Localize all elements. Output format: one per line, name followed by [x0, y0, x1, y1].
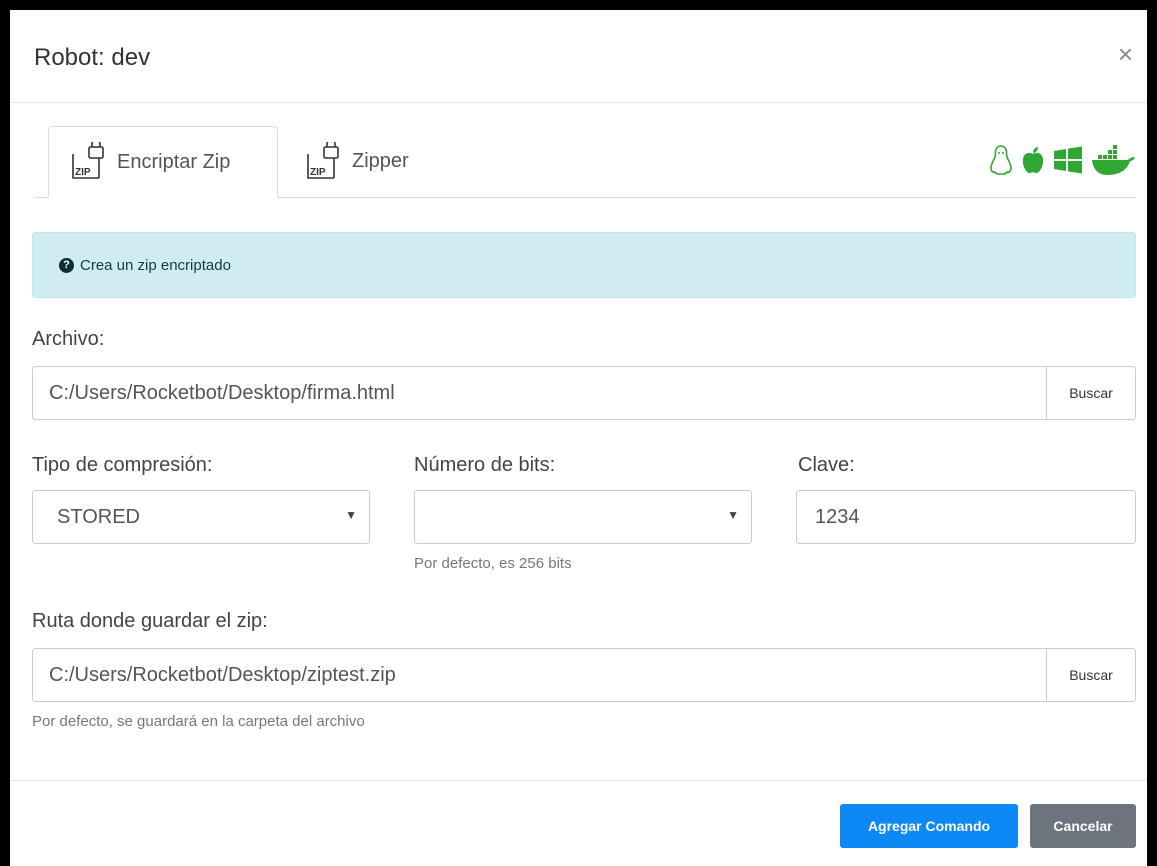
linux-icon	[990, 145, 1012, 175]
tab-zipper[interactable]: ZIP Zipper	[300, 126, 460, 197]
info-alert: ? Crea un zip encriptado	[32, 232, 1136, 298]
windows-icon	[1054, 146, 1082, 174]
numero-bits-select[interactable]: ▼	[414, 490, 752, 544]
zip-lock-icon: ZIP	[72, 142, 104, 179]
modal-header: Robot: dev ×	[10, 10, 1147, 103]
archivo-input[interactable]	[32, 366, 1046, 420]
svg-text:ZIP: ZIP	[310, 167, 326, 178]
close-icon[interactable]: ×	[1118, 40, 1133, 68]
tipo-compresion-select[interactable]: STORED ▼	[32, 490, 370, 544]
tab-encriptar-zip[interactable]: ZIP Encriptar Zip	[48, 126, 278, 198]
zip-lock-icon: ZIP	[307, 141, 339, 179]
chevron-down-icon: ▼	[345, 508, 357, 522]
docker-icon	[1092, 145, 1135, 175]
archivo-input-group: Buscar	[32, 366, 1136, 420]
modal-title: Robot: dev	[34, 44, 151, 71]
os-icons	[988, 144, 1136, 176]
question-circle-icon: ?	[59, 257, 74, 273]
clave-input[interactable]	[796, 490, 1136, 544]
tipo-compresion-value: STORED	[57, 505, 140, 528]
numero-bits-help: Por defecto, es 256 bits	[414, 555, 572, 572]
numero-bits-label: Número de bits:	[414, 454, 556, 476]
agregar-comando-button[interactable]: Agregar Comando	[840, 804, 1018, 848]
tab-label: Zipper	[352, 150, 409, 172]
ruta-label: Ruta donde guardar el zip:	[32, 610, 268, 632]
archivo-buscar-button[interactable]: Buscar	[1046, 366, 1136, 420]
svg-text:ZIP: ZIP	[75, 167, 91, 178]
tipo-compresion-label: Tipo de compresión:	[32, 454, 213, 476]
modal-dialog: Robot: dev × ZIP Encriptar Zip ZIP Zippe…	[10, 10, 1147, 866]
clave-label: Clave:	[798, 454, 855, 476]
tab-label: Encriptar Zip	[117, 150, 231, 173]
info-text: Crea un zip encriptado	[80, 256, 231, 274]
chevron-down-icon: ▼	[727, 508, 739, 522]
tab-bar: ZIP Encriptar Zip ZIP Zipper	[34, 126, 1136, 198]
apple-icon	[1022, 147, 1044, 174]
ruta-input-group: Buscar	[32, 648, 1136, 702]
ruta-help: Por defecto, se guardará en la carpeta d…	[32, 713, 365, 730]
ruta-input[interactable]	[32, 648, 1046, 702]
archivo-label: Archivo:	[32, 328, 105, 350]
ruta-buscar-button[interactable]: Buscar	[1046, 648, 1136, 702]
cancelar-button[interactable]: Cancelar	[1030, 804, 1136, 848]
footer-divider	[10, 780, 1147, 781]
